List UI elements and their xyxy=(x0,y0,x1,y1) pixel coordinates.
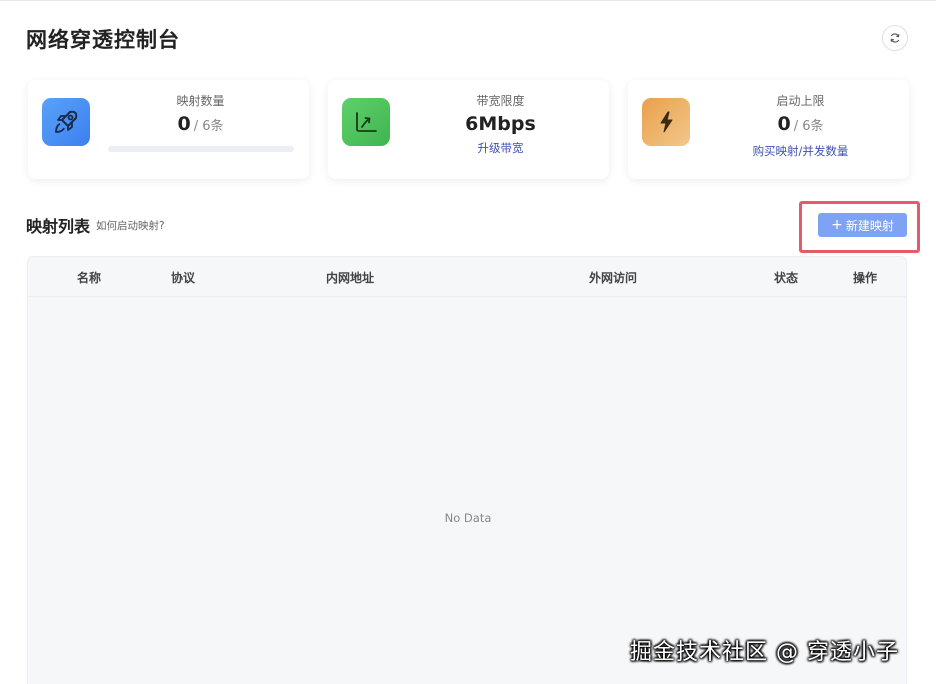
card-value-suffix: / 6条 xyxy=(793,119,824,134)
rocket-icon xyxy=(42,98,90,146)
buy-mapping-link[interactable]: 购买映射/并发数量 xyxy=(706,144,895,159)
column-header-external-access: 外网访问 xyxy=(588,271,638,285)
new-mapping-label: 新建映射 xyxy=(845,218,894,233)
column-header-name: 名称 xyxy=(76,271,102,285)
lightning-icon xyxy=(642,98,690,146)
watermark: 掘金技术社区 @ 穿透小子 xyxy=(630,640,899,665)
new-mapping-button[interactable]: + 新建映射 xyxy=(818,213,907,237)
chart-growth-icon xyxy=(342,98,390,146)
mapping-progress-bar xyxy=(107,146,294,152)
refresh-icon xyxy=(890,33,900,43)
upgrade-bandwidth-link[interactable]: 升级带宽 xyxy=(406,141,595,156)
card-value-suffix: / 6条 xyxy=(193,119,224,134)
section-title: 映射列表 xyxy=(26,217,91,236)
column-header-internal-address: 内网地址 xyxy=(325,271,375,285)
mapping-count-card: 映射数量 0/ 6条 xyxy=(28,80,309,179)
column-header-protocol: 协议 xyxy=(170,271,196,285)
card-label: 映射数量 xyxy=(176,94,225,108)
launch-limit-card: 启动上限 0/ 6条 购买映射/并发数量 xyxy=(628,80,909,179)
card-value: 0/ 6条 xyxy=(777,113,824,135)
column-header-actions: 操作 xyxy=(852,271,878,285)
empty-state-text: No Data xyxy=(444,511,492,525)
card-value: 6Mbps xyxy=(465,113,536,135)
refresh-button[interactable] xyxy=(882,25,908,51)
table-header: 名称 协议 内网地址 外网访问 状态 操作 xyxy=(28,257,906,297)
help-link[interactable]: 如何启动映射? xyxy=(96,218,165,233)
plus-icon: + xyxy=(831,217,843,233)
bandwidth-card: 带宽限度 6Mbps 升级带宽 xyxy=(328,80,609,179)
card-label: 带宽限度 xyxy=(476,94,525,108)
card-label: 启动上限 xyxy=(776,94,825,108)
column-header-status: 状态 xyxy=(773,271,799,285)
page-title: 网络穿透控制台 xyxy=(26,28,180,52)
mapping-table: 名称 协议 内网地址 外网访问 状态 操作 No Data xyxy=(27,256,907,684)
card-value: 0/ 6条 xyxy=(177,113,224,135)
top-divider xyxy=(0,0,936,3)
